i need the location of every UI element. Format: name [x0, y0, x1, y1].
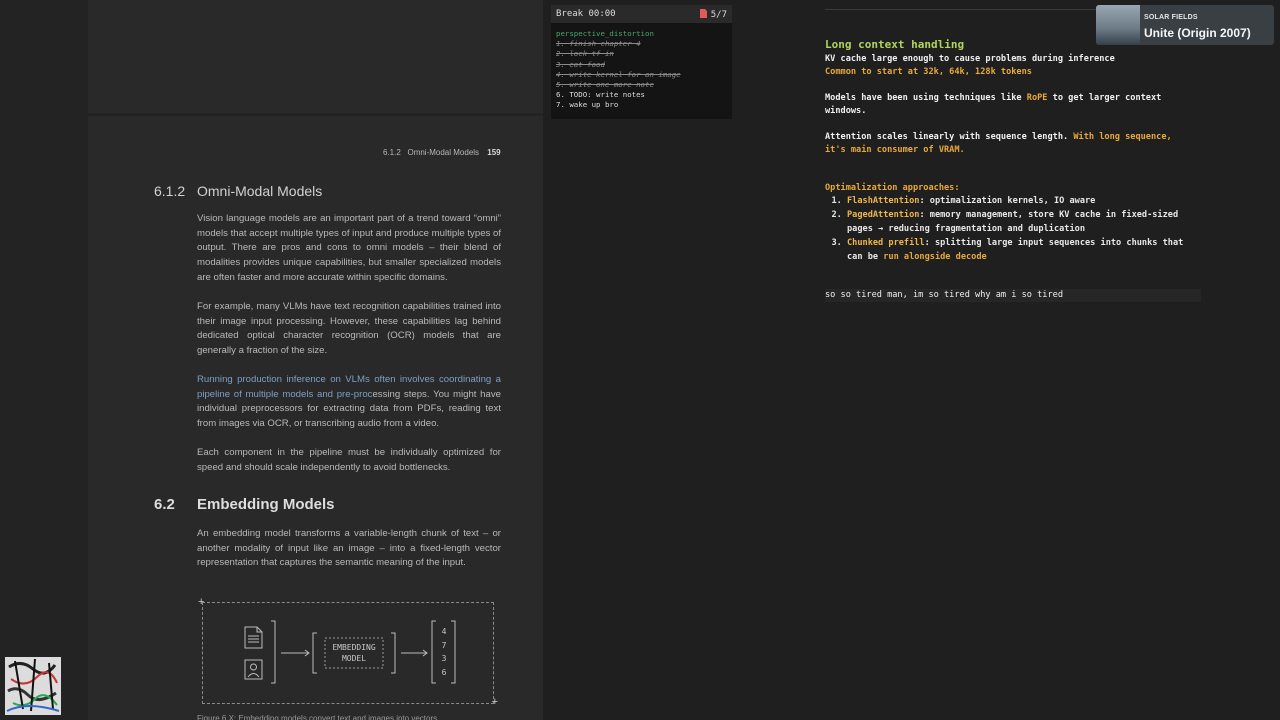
pdf-viewer[interactable]: 6.1.2 Omni-Modal Models 159 6.1.2 Omni-M… [0, 0, 543, 720]
vector-value: 7 [441, 640, 447, 650]
running-header-title: Omni-Modal Models [407, 148, 480, 157]
vector-value: 3 [441, 654, 447, 663]
todo-item[interactable]: 1. finish chapter 4 [556, 39, 727, 49]
paragraph-embedding: An embedding model transforms a variable… [197, 528, 501, 569]
todo-list-title: perspective_distortion [556, 29, 654, 38]
approaches-list: FlashAttention: optimalization kernels, … [825, 195, 1217, 265]
vector-value: 4 [441, 627, 447, 636]
vector-output: 4 7 3 6 [437, 625, 451, 679]
approach-item: PagedAttention: memory management, store… [847, 209, 1217, 236]
document-icon [244, 626, 263, 649]
approach-item: FlashAttention: optimalization kernels, … [847, 195, 1217, 208]
section-title-62: Embedding Models [197, 496, 335, 513]
break-timer[interactable]: Break 00:00 [556, 9, 616, 19]
notes-line: KV cache large enough to cause problems … [825, 54, 1115, 64]
previous-page [88, 0, 543, 113]
paragraph-1: Vision language models are an important … [197, 213, 501, 283]
paragraph-2: For example, many VLMs have text recogni… [197, 301, 501, 357]
notes-line: it's main consumer of VRAM. [825, 145, 965, 155]
embedding-figure: + + EMBEDDING MODEL 4 7 3 6 [198, 597, 498, 708]
file-icon [699, 8, 707, 18]
album-art [1096, 5, 1140, 45]
notes-line: Attention scales linearly with sequence … [825, 132, 1172, 142]
todo-item[interactable]: 4. write kernel for an image [556, 70, 727, 80]
todo-item[interactable]: 6. TODO: write notes [556, 90, 727, 100]
divider [825, 9, 1105, 10]
todo-list: perspective_distortion 1. finish chapter… [551, 23, 732, 111]
todo-widget[interactable]: Break 00:00 5/7 perspective_distortion 1… [551, 5, 732, 119]
notes-line: Common to start at 32k, 64k, 128k tokens [825, 67, 1032, 77]
figure-caption: Figure 6.X: Embedding models convert tex… [197, 714, 438, 720]
paragraph-3: Running production inference on VLMs oft… [197, 373, 501, 432]
paragraph-4: Each component in the pipeline must be i… [197, 447, 501, 473]
notes-heading: Long context handling [825, 38, 965, 51]
now-playing-widget[interactable]: SOLAR FIELDS Unite (Origin 2007) [1096, 5, 1274, 45]
section-number-62: 6.2 [154, 496, 175, 513]
approaches-title: Optimalization approaches: [825, 183, 960, 193]
running-header-section: 6.1.2 [383, 148, 401, 157]
page-counter: 5/7 [699, 8, 727, 20]
page-number: 159 [487, 148, 501, 157]
avatar [5, 657, 61, 715]
section-title: Omni-Modal Models [197, 183, 323, 199]
embedding-model-label: EMBEDDING MODEL [332, 643, 376, 663]
todo-item[interactable]: 2. lock tf in [556, 49, 727, 59]
avatar-sketch [6, 658, 60, 712]
track-artist: SOLAR FIELDS [1144, 14, 1198, 21]
notes-line: windows. [825, 106, 867, 116]
user-icon [244, 659, 263, 680]
approach-item: Chunked prefill: splitting large input s… [847, 237, 1217, 264]
notes-line-current[interactable]: so so tired man, im so tired why am i so… [825, 289, 1063, 302]
todo-item[interactable]: 7. wake up bro [556, 100, 727, 110]
running-header: 6.1.2 Omni-Modal Models 159 [383, 148, 501, 157]
section-number: 6.1.2 [154, 183, 186, 199]
notes-line: Models have been using techniques like R… [825, 93, 1162, 103]
todo-item[interactable]: 5. write one more note [556, 80, 727, 90]
todo-header: Break 00:00 5/7 [551, 5, 732, 23]
vector-value: 6 [441, 667, 447, 677]
track-title: Unite (Origin 2007) [1144, 26, 1251, 40]
todo-item[interactable]: 3. eat food [556, 60, 727, 70]
